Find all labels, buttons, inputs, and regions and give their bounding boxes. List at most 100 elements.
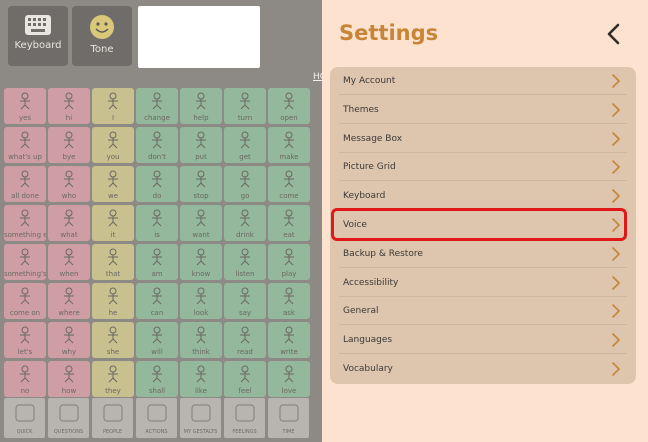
symbol-icon bbox=[59, 287, 79, 305]
grid-cell[interactable]: want bbox=[180, 205, 222, 241]
settings-item-languages[interactable]: Languages bbox=[339, 326, 627, 355]
category-tab[interactable]: MY GESTALTS bbox=[180, 398, 221, 438]
grid-cell[interactable]: go bbox=[224, 166, 266, 202]
grid-cell[interactable]: put bbox=[180, 127, 222, 163]
symbol-icon bbox=[15, 287, 35, 305]
grid-cell[interactable]: you bbox=[92, 127, 134, 163]
symbol-icon bbox=[147, 365, 167, 383]
grid-cell-label: go bbox=[240, 192, 250, 200]
settings-item-accessibility[interactable]: Accessibility bbox=[339, 269, 627, 297]
grid-cell[interactable]: make bbox=[268, 127, 310, 163]
settings-item-themes[interactable]: Themes bbox=[339, 96, 627, 124]
grid-cell[interactable]: he bbox=[92, 283, 134, 319]
grid-cell[interactable]: know bbox=[180, 244, 222, 280]
grid-cell[interactable]: look bbox=[180, 283, 222, 319]
symbol-icon bbox=[59, 326, 79, 344]
grid-cell[interactable]: drink bbox=[224, 205, 266, 241]
grid-cell[interactable]: yes bbox=[4, 88, 46, 124]
grid-cell[interactable]: why bbox=[48, 322, 90, 358]
grid-cell[interactable]: it bbox=[92, 205, 134, 241]
tone-button[interactable]: Tone bbox=[72, 6, 132, 66]
message-box[interactable] bbox=[138, 6, 260, 68]
grid-cell[interactable]: help bbox=[180, 88, 222, 124]
category-tab[interactable]: TIME bbox=[268, 398, 309, 438]
grid-cell[interactable]: we bbox=[92, 166, 134, 202]
grid-cell-label: shall bbox=[148, 387, 166, 395]
grid-cell[interactable]: ask bbox=[268, 283, 310, 319]
category-tab[interactable]: QUESTIONS bbox=[48, 398, 89, 438]
grid-cell[interactable]: let's bbox=[4, 322, 46, 358]
symbol-icon bbox=[147, 131, 167, 149]
settings-item-general[interactable]: General bbox=[339, 297, 627, 326]
settings-item-my-account[interactable]: My Account bbox=[339, 67, 627, 95]
settings-item-vocabulary[interactable]: Vocabulary bbox=[339, 355, 627, 383]
settings-item-message-box[interactable]: Message Box bbox=[339, 125, 627, 153]
category-tab[interactable]: PEOPLE bbox=[92, 398, 133, 438]
grid-cell[interactable]: that bbox=[92, 244, 134, 280]
category-tab[interactable]: ACTIONS bbox=[136, 398, 177, 438]
grid-cell[interactable]: how bbox=[48, 361, 90, 397]
grid-cell-label: let's bbox=[17, 348, 33, 356]
grid-cell[interactable]: change bbox=[136, 88, 178, 124]
grid-cell[interactable]: where bbox=[48, 283, 90, 319]
grid-cell-label: change bbox=[144, 114, 170, 122]
grid-cell-label: something's wrong bbox=[4, 270, 46, 278]
settings-item-label: Keyboard bbox=[343, 191, 386, 202]
grid-cell[interactable]: like bbox=[180, 361, 222, 397]
settings-item-keyboard[interactable]: Keyboard bbox=[339, 182, 627, 211]
grid-cell[interactable]: I bbox=[92, 88, 134, 124]
grid-cell[interactable]: read bbox=[224, 322, 266, 358]
grid-cell[interactable]: bye bbox=[48, 127, 90, 163]
grid-cell[interactable]: they bbox=[92, 361, 134, 397]
category-tab[interactable]: QUICK bbox=[4, 398, 45, 438]
symbol-icon bbox=[235, 365, 255, 383]
grid-cell[interactable]: stop bbox=[180, 166, 222, 202]
grid-cell[interactable]: am bbox=[136, 244, 178, 280]
settings-item-picture-grid[interactable]: Picture Grid bbox=[339, 153, 627, 182]
back-chevron-icon[interactable] bbox=[600, 20, 628, 48]
grid-cell[interactable]: come bbox=[268, 166, 310, 202]
grid-cell[interactable]: when bbox=[48, 244, 90, 280]
keyboard-button[interactable]: Keyboard bbox=[8, 6, 68, 66]
grid-cell[interactable]: something's wrong bbox=[4, 244, 46, 280]
grid-cell[interactable]: turn bbox=[224, 88, 266, 124]
symbol-icon bbox=[103, 287, 123, 305]
symbol-icon bbox=[15, 131, 35, 149]
grid-cell[interactable]: is bbox=[136, 205, 178, 241]
grid-cell[interactable]: can bbox=[136, 283, 178, 319]
grid-cell[interactable]: listen bbox=[224, 244, 266, 280]
grid-cell-label: you bbox=[106, 153, 120, 161]
grid-cell[interactable]: shall bbox=[136, 361, 178, 397]
grid-cell[interactable]: play bbox=[268, 244, 310, 280]
grid-cell[interactable]: feel bbox=[224, 361, 266, 397]
grid-cell[interactable]: write bbox=[268, 322, 310, 358]
settings-item-label: Accessibility bbox=[343, 277, 399, 288]
grid-cell[interactable]: think bbox=[180, 322, 222, 358]
grid-cell[interactable]: all done bbox=[4, 166, 46, 202]
grid-cell[interactable]: come on bbox=[4, 283, 46, 319]
symbol-icon bbox=[279, 326, 299, 344]
grid-cell-label: stop bbox=[193, 192, 209, 200]
category-tab[interactable]: FEELINGS bbox=[224, 398, 265, 438]
settings-item-backup-restore[interactable]: Backup & Restore bbox=[339, 240, 627, 268]
symbol-icon bbox=[191, 326, 211, 344]
grid-cell[interactable]: what's up bbox=[4, 127, 46, 163]
grid-cell[interactable]: eat bbox=[268, 205, 310, 241]
grid-cell[interactable]: get bbox=[224, 127, 266, 163]
grid-cell[interactable]: love bbox=[268, 361, 310, 397]
grid-cell[interactable]: what bbox=[48, 205, 90, 241]
grid-cell-label: put bbox=[195, 153, 207, 161]
home-link[interactable]: HO bbox=[313, 72, 322, 82]
grid-cell[interactable]: don't bbox=[136, 127, 178, 163]
category-tab-label: ACTIONS bbox=[145, 429, 168, 435]
grid-cell[interactable]: do bbox=[136, 166, 178, 202]
grid-cell[interactable]: no bbox=[4, 361, 46, 397]
grid-cell[interactable]: say bbox=[224, 283, 266, 319]
grid-cell[interactable]: open bbox=[268, 88, 310, 124]
grid-cell[interactable]: hi bbox=[48, 88, 90, 124]
grid-cell[interactable]: she bbox=[92, 322, 134, 358]
grid-cell[interactable]: something else bbox=[4, 205, 46, 241]
grid-cell[interactable]: will bbox=[136, 322, 178, 358]
symbol-icon bbox=[103, 92, 123, 110]
grid-cell[interactable]: who bbox=[48, 166, 90, 202]
